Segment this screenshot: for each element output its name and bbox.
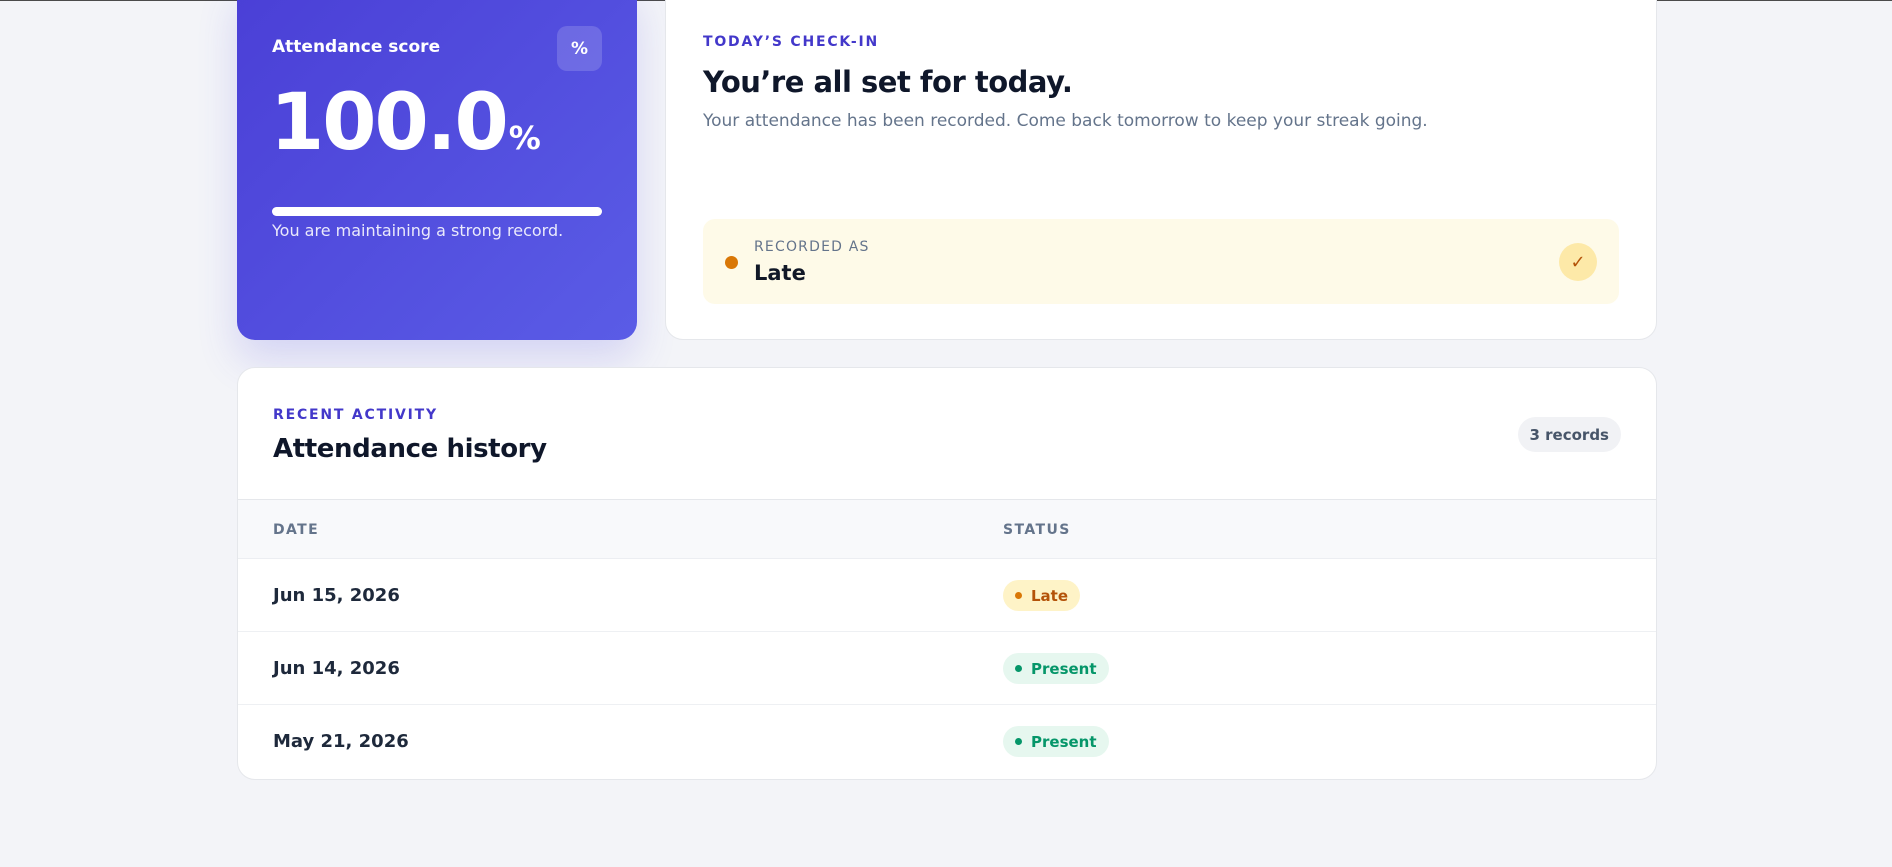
row-date: Jun 15, 2026 (273, 585, 400, 606)
status-label: Present (1031, 659, 1097, 678)
attendance-history-card: RECENT ACTIVITY Attendance history 3 rec… (237, 367, 1657, 780)
table-row[interactable]: May 21, 2026 Present (238, 705, 1656, 778)
column-header-status: STATUS (1003, 522, 1071, 538)
status-dot (1015, 738, 1022, 745)
status-label: Late (1031, 586, 1069, 605)
score-value: 100.0 % (270, 84, 541, 162)
todays-checkin-card: TODAY’S CHECK-IN You’re all set for toda… (665, 0, 1657, 340)
recorded-status-panel: RECORDED AS Late ✓ (703, 219, 1619, 304)
recorded-value: Late (754, 261, 806, 285)
status-badge: Late (1003, 580, 1081, 611)
score-title: Attendance score (272, 37, 441, 57)
status-badge: Present (1003, 726, 1109, 757)
percent-icon: % (557, 26, 602, 71)
late-status-dot (725, 256, 738, 269)
score-progress-bar (272, 207, 602, 216)
history-eyebrow: RECENT ACTIVITY (273, 407, 438, 423)
table-row[interactable]: Jun 14, 2026 Present (238, 632, 1656, 705)
recorded-label: RECORDED AS (754, 239, 870, 255)
score-unit: % (508, 119, 541, 157)
status-dot (1015, 665, 1022, 672)
status-label: Present (1031, 732, 1097, 751)
table-row[interactable]: Jun 15, 2026 Late (238, 559, 1656, 632)
records-count-badge: 3 records (1517, 417, 1621, 452)
row-date: May 21, 2026 (273, 731, 409, 752)
checkin-eyebrow: TODAY’S CHECK-IN (703, 34, 879, 50)
check-icon: ✓ (1559, 243, 1597, 281)
checkin-title: You’re all set for today. (703, 65, 1073, 99)
attendance-score-card: Attendance score % 100.0 % You are maint… (237, 0, 637, 340)
score-note: You are maintaining a strong record. (272, 221, 564, 240)
status-badge: Present (1003, 653, 1109, 684)
checkin-subtitle: Your attendance has been recorded. Come … (703, 111, 1428, 131)
status-dot (1015, 592, 1022, 599)
column-header-date: DATE (273, 522, 320, 538)
score-number: 100.0 (270, 78, 509, 168)
history-title: Attendance history (273, 434, 547, 464)
score-progress-fill (272, 207, 602, 216)
table-header: DATE STATUS (238, 499, 1656, 559)
row-date: Jun 14, 2026 (273, 658, 400, 679)
